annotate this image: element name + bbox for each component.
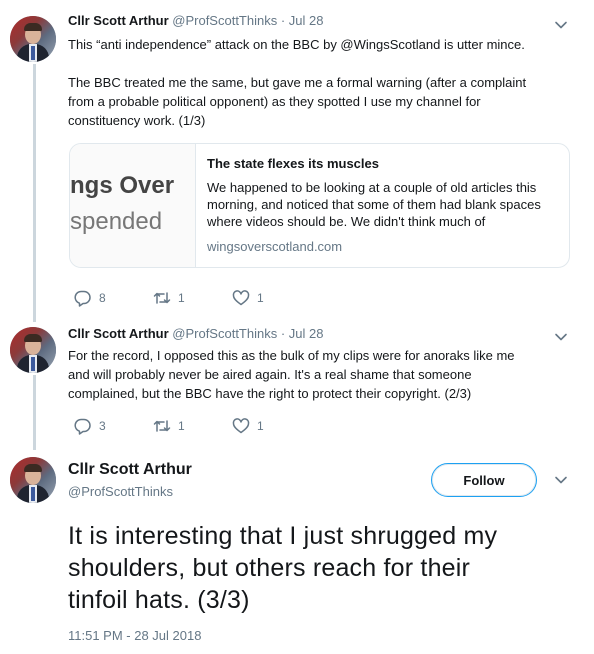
like-count: 1 — [257, 419, 264, 433]
tweet-text: For the record, I opposed this as the bu… — [68, 346, 568, 403]
author-name[interactable]: Cllr Scott Arthur — [68, 13, 169, 28]
reply-count: 3 — [99, 419, 106, 433]
card-title: The state flexes its muscles — [207, 156, 379, 171]
tweet-text-line: tinfoil hats. (3/3) — [68, 586, 250, 614]
avatar[interactable] — [10, 457, 56, 503]
avatar[interactable] — [10, 16, 56, 62]
retweet-button[interactable]: 1 — [153, 289, 232, 307]
tweet-header: Cllr Scott Arthur @ProfScottThinks · Jul… — [68, 326, 324, 341]
like-button[interactable]: 1 — [232, 289, 311, 307]
retweet-count: 1 — [178, 291, 185, 305]
reply-button[interactable]: 8 — [74, 289, 153, 307]
author-name[interactable]: Cllr Scott Arthur — [68, 326, 169, 341]
tweet-header: Cllr Scott Arthur @ProfScottThinks · Jul… — [68, 13, 324, 28]
retweet-icon — [153, 420, 171, 432]
heart-icon — [232, 290, 250, 306]
author-name[interactable]: Cllr Scott Arthur — [68, 461, 192, 479]
tweet-text-line: and will probably never be aired again. … — [68, 367, 472, 382]
heart-icon — [232, 418, 250, 434]
like-button[interactable]: 1 — [232, 417, 311, 435]
thread-connector — [33, 375, 36, 450]
card-description: We happened to be looking at a couple of… — [207, 180, 541, 229]
link-card[interactable]: ngs Over spended The state flexes its mu… — [69, 143, 570, 268]
tweet-text-line: constituency work. (1/3) — [68, 113, 206, 128]
retweet-icon — [153, 292, 171, 304]
tweet-text-line — [68, 54, 568, 73]
retweet-button[interactable]: 1 — [153, 417, 232, 435]
tweet-text-line: This “anti independence” attack on the B… — [68, 37, 525, 52]
reply-icon — [74, 290, 91, 307]
reply-count: 8 — [99, 291, 106, 305]
follow-button[interactable]: Follow — [431, 463, 537, 497]
author-handle[interactable]: @ProfScottThinks — [68, 484, 173, 499]
tweet-text-line: shoulders, but others reach for their — [68, 554, 471, 582]
reply-icon — [74, 418, 91, 435]
tweet-text-line: It is interesting that I just shrugged m… — [68, 522, 498, 550]
tweet-actions: 8 1 1 — [74, 289, 311, 307]
tweet-text-line: from a probable political opponent) as t… — [68, 94, 481, 109]
chevron-down-icon[interactable] — [554, 473, 568, 487]
chevron-down-icon[interactable] — [554, 18, 568, 32]
thread-connector — [33, 64, 36, 322]
tweet-text-line: complained, but the BBC have the right t… — [68, 386, 472, 401]
reply-button[interactable]: 3 — [74, 417, 153, 435]
like-count: 1 — [257, 291, 264, 305]
chevron-down-icon[interactable] — [554, 330, 568, 344]
tweet-date[interactable]: Jul 28 — [289, 326, 324, 341]
tweet-actions: 3 1 1 — [74, 417, 311, 435]
author-handle[interactable]: @ProfScottThinks — [172, 13, 277, 28]
tweet-date[interactable]: Jul 28 — [289, 13, 324, 28]
main-tweet-text: It is interesting that I just shrugged m… — [68, 520, 568, 616]
card-domain: wingsoverscotland.com — [207, 239, 343, 254]
avatar[interactable] — [10, 327, 56, 373]
thumbnail-text: spended — [70, 208, 163, 235]
tweet-text: This “anti independence” attack on the B… — [68, 35, 568, 130]
author-handle[interactable]: @ProfScottThinks — [172, 326, 277, 341]
card-thumbnail: ngs Over spended — [70, 144, 196, 267]
tweet-text-line: For the record, I opposed this as the bu… — [68, 348, 515, 363]
tweet-timestamp[interactable]: 11:51 PM - 28 Jul 2018 — [68, 628, 201, 643]
retweet-count: 1 — [178, 419, 185, 433]
thumbnail-text: ngs Over — [70, 172, 175, 199]
tweet-text-line: The BBC treated me the same, but gave me… — [68, 75, 527, 90]
